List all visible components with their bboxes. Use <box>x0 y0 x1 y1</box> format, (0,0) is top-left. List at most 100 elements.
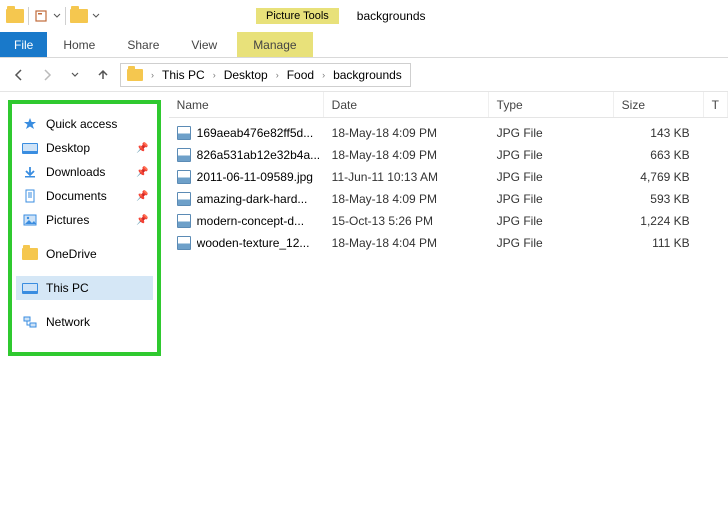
forward-button[interactable] <box>36 64 58 86</box>
address-bar[interactable]: › This PC › Desktop › Food › backgrounds <box>120 63 411 87</box>
sidebar-item-label: Downloads <box>46 165 105 179</box>
file-size: 111 KB <box>614 236 704 250</box>
chevron-right-icon[interactable]: › <box>274 70 281 80</box>
breadcrumb-segment[interactable]: backgrounds <box>331 68 404 82</box>
file-date: 18-May-18 4:09 PM <box>324 192 489 206</box>
contextual-tools-label: Picture Tools <box>256 8 339 24</box>
jpg-file-icon <box>177 214 191 228</box>
file-size: 593 KB <box>614 192 704 206</box>
monitor-icon <box>22 140 38 156</box>
qat-dropdown-icon[interactable] <box>53 12 61 20</box>
file-row[interactable]: modern-concept-d... 15-Oct-13 5:26 PM JP… <box>169 210 728 232</box>
tab-home[interactable]: Home <box>47 32 111 57</box>
chevron-right-icon[interactable]: › <box>320 70 327 80</box>
breadcrumb-segment[interactable]: Food <box>285 68 316 82</box>
column-headers: Name Date Type Size T <box>169 92 728 118</box>
chevron-right-icon[interactable]: › <box>149 70 156 80</box>
monitor-icon <box>22 280 38 296</box>
file-row[interactable]: 2011-06-11-09589.jpg 11-Jun-11 10:13 AM … <box>169 166 728 188</box>
file-row[interactable]: wooden-texture_12... 18-May-18 4:04 PM J… <box>169 232 728 254</box>
pictures-icon <box>22 212 38 228</box>
pin-icon: 📌 <box>136 167 148 178</box>
tab-share[interactable]: Share <box>111 32 175 57</box>
tab-manage[interactable]: Manage <box>237 32 312 57</box>
sidebar-item-downloads[interactable]: Downloads 📌 <box>16 160 153 184</box>
navigation-pane-wrap: Quick access Desktop 📌 Downloads 📌 <box>0 92 169 524</box>
sidebar-item-label: Pictures <box>46 213 89 227</box>
window-title: backgrounds <box>357 9 426 23</box>
quick-access-toolbar <box>0 7 106 25</box>
sidebar-item-documents[interactable]: Documents 📌 <box>16 184 153 208</box>
document-icon <box>22 188 38 204</box>
file-type: JPG File <box>489 214 614 228</box>
file-tab[interactable]: File <box>0 32 47 57</box>
main-area: Quick access Desktop 📌 Downloads 📌 <box>0 92 728 524</box>
titlebar: Picture Tools backgrounds <box>0 0 728 32</box>
pin-icon: 📌 <box>136 191 148 202</box>
open-folder-icon[interactable] <box>70 9 88 23</box>
download-icon <box>22 164 38 180</box>
breadcrumb-segment[interactable]: This PC <box>160 68 207 82</box>
file-row[interactable]: amazing-dark-hard... 18-May-18 4:09 PM J… <box>169 188 728 210</box>
file-size: 1,224 KB <box>614 214 704 228</box>
column-header-type[interactable]: Type <box>489 92 614 117</box>
file-date: 15-Oct-13 5:26 PM <box>324 214 489 228</box>
jpg-file-icon <box>177 236 191 250</box>
properties-icon[interactable] <box>33 8 49 24</box>
file-name: wooden-texture_12... <box>197 236 310 250</box>
file-type: JPG File <box>489 148 614 162</box>
file-type: JPG File <box>489 236 614 250</box>
ribbon-tabs: File Home Share View Manage <box>0 32 728 58</box>
sidebar-item-label: OneDrive <box>46 247 97 261</box>
file-type: JPG File <box>489 192 614 206</box>
file-name: amazing-dark-hard... <box>197 192 308 206</box>
tab-view[interactable]: View <box>175 32 233 57</box>
file-date: 11-Jun-11 10:13 AM <box>324 170 489 184</box>
file-size: 143 KB <box>614 126 704 140</box>
sidebar-item-network[interactable]: Network <box>16 310 153 334</box>
column-header-truncated[interactable]: T <box>704 92 728 117</box>
file-date: 18-May-18 4:04 PM <box>324 236 489 250</box>
file-name: 2011-06-11-09589.jpg <box>197 170 313 184</box>
pin-icon: 📌 <box>136 143 148 154</box>
chevron-right-icon[interactable]: › <box>211 70 218 80</box>
recent-locations-dropdown[interactable] <box>64 64 86 86</box>
network-icon <box>22 314 38 330</box>
file-size: 4,769 KB <box>614 170 704 184</box>
file-name: modern-concept-d... <box>197 214 304 228</box>
sidebar-item-label: Desktop <box>46 141 90 155</box>
sidebar-item-onedrive[interactable]: OneDrive <box>16 242 153 266</box>
file-date: 18-May-18 4:09 PM <box>324 126 489 140</box>
navigation-bar: › This PC › Desktop › Food › backgrounds <box>0 58 728 92</box>
file-name: 169aeab476e82ff5d... <box>197 126 314 140</box>
sidebar-item-label: This PC <box>46 281 89 295</box>
file-row[interactable]: 826a531ab12e32b4a... 18-May-18 4:09 PM J… <box>169 144 728 166</box>
address-folder-icon <box>127 69 143 81</box>
folder-icon <box>22 246 38 262</box>
file-date: 18-May-18 4:09 PM <box>324 148 489 162</box>
file-name: 826a531ab12e32b4a... <box>197 148 320 162</box>
app-folder-icon <box>6 9 24 23</box>
column-header-date[interactable]: Date <box>324 92 489 117</box>
qat-dropdown-icon[interactable] <box>92 12 100 20</box>
jpg-file-icon <box>177 192 191 206</box>
star-icon <box>22 116 38 132</box>
column-header-size[interactable]: Size <box>614 92 704 117</box>
separator <box>65 7 66 25</box>
file-rows: 169aeab476e82ff5d... 18-May-18 4:09 PM J… <box>169 118 728 254</box>
file-size: 663 KB <box>614 148 704 162</box>
separator <box>28 7 29 25</box>
file-row[interactable]: 169aeab476e82ff5d... 18-May-18 4:09 PM J… <box>169 122 728 144</box>
pin-icon: 📌 <box>136 215 148 226</box>
navigation-pane: Quick access Desktop 📌 Downloads 📌 <box>8 100 161 356</box>
sidebar-quick-access[interactable]: Quick access <box>16 112 153 136</box>
column-header-name[interactable]: Name <box>169 92 324 117</box>
sidebar-item-desktop[interactable]: Desktop 📌 <box>16 136 153 160</box>
back-button[interactable] <box>8 64 30 86</box>
sidebar-item-pictures[interactable]: Pictures 📌 <box>16 208 153 232</box>
sidebar-item-this-pc[interactable]: This PC <box>16 276 153 300</box>
breadcrumb-segment[interactable]: Desktop <box>222 68 270 82</box>
sidebar-item-label: Documents <box>46 189 107 203</box>
sidebar-item-label: Quick access <box>46 117 117 131</box>
up-button[interactable] <box>92 64 114 86</box>
